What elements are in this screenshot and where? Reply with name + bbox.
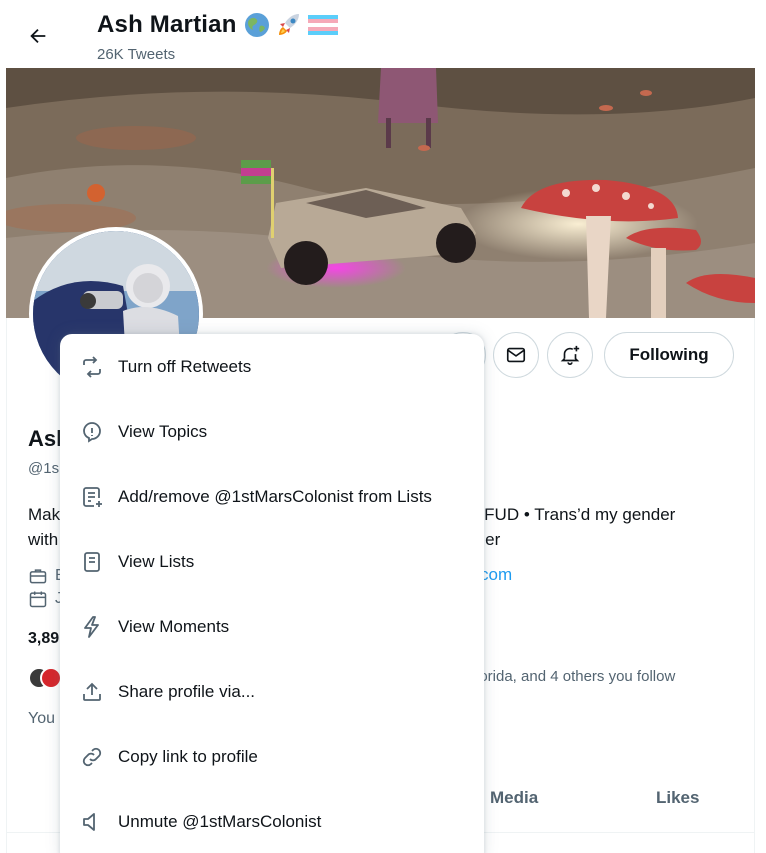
- speaker-icon: [80, 810, 104, 834]
- share-icon: [80, 680, 104, 704]
- menu-item-view-lists[interactable]: View Lists: [60, 529, 484, 594]
- profile-more-menu: Turn off Retweets View Topics Add/remove…: [60, 334, 484, 853]
- globe-emoji-icon: [244, 13, 269, 37]
- menu-item-label: Add/remove @1stMarsColonist from Lists: [118, 486, 432, 506]
- menu-item-copy-link[interactable]: Copy link to profile: [60, 724, 484, 789]
- trans-flag-emoji-icon: [307, 15, 338, 35]
- menu-item-view-topics[interactable]: View Topics: [60, 399, 484, 464]
- menu-item-label: View Topics: [118, 421, 208, 441]
- envelope-icon: [506, 347, 526, 363]
- tweet-count: 26K Tweets: [97, 46, 176, 63]
- followers-you-know[interactable]: lorida, and 4 others you follow: [476, 668, 675, 685]
- menu-item-label: Share profile via...: [118, 681, 256, 701]
- following-button[interactable]: Following: [604, 332, 734, 378]
- profile-handle: @1s: [28, 460, 60, 477]
- link-icon: [80, 745, 104, 769]
- moments-icon: [80, 615, 104, 639]
- you-follow-note: You: [28, 710, 55, 727]
- menu-item-label: View Moments: [118, 616, 230, 636]
- menu-item-turn-off-retweets[interactable]: Turn off Retweets: [60, 334, 484, 399]
- profile-title: Ash Martian: [97, 10, 339, 40]
- briefcase-icon: [29, 569, 47, 584]
- menu-item-label: View Lists: [118, 551, 195, 571]
- topics-icon: [80, 420, 104, 444]
- following-count[interactable]: 3,89: [28, 630, 59, 648]
- rocket-emoji-icon: [278, 14, 299, 35]
- bio-line-1-left: Mak: [28, 505, 61, 524]
- bell-plus-icon: [560, 345, 580, 365]
- back-arrow-icon: [30, 28, 46, 44]
- tab-media[interactable]: Media: [490, 788, 538, 808]
- list-add-icon: [80, 485, 104, 509]
- bio-line-1-right: g FUD • Trans’d my gender: [470, 505, 676, 524]
- menu-item-unmute[interactable]: Unmute @1stMarsColonist: [60, 789, 484, 853]
- follower-avatar[interactable]: [40, 667, 62, 689]
- tab-likes[interactable]: Likes: [656, 788, 699, 808]
- profile-header: Ash Martian 26K Tweets: [6, 0, 755, 68]
- back-button[interactable]: [20, 18, 56, 54]
- profile-title-text: Ash Martian: [97, 11, 237, 38]
- title-emoji-group: [243, 10, 339, 40]
- retweet-icon: [80, 355, 104, 379]
- message-button[interactable]: [493, 332, 539, 378]
- notifications-button[interactable]: [547, 332, 593, 378]
- menu-item-label: Unmute @1stMarsColonist: [118, 811, 322, 831]
- menu-item-label: Turn off Retweets: [118, 356, 252, 376]
- menu-item-share-profile[interactable]: Share profile via...: [60, 659, 484, 724]
- bio-line-2-left: with: [28, 530, 59, 549]
- menu-item-add-remove-lists[interactable]: Add/remove @1stMarsColonist from Lists: [60, 464, 484, 529]
- menu-item-label: Copy link to profile: [118, 746, 258, 766]
- list-icon: [80, 550, 104, 574]
- calendar-icon: [29, 591, 47, 608]
- profile-link[interactable]: com: [480, 565, 512, 585]
- menu-item-view-moments[interactable]: View Moments: [60, 594, 484, 659]
